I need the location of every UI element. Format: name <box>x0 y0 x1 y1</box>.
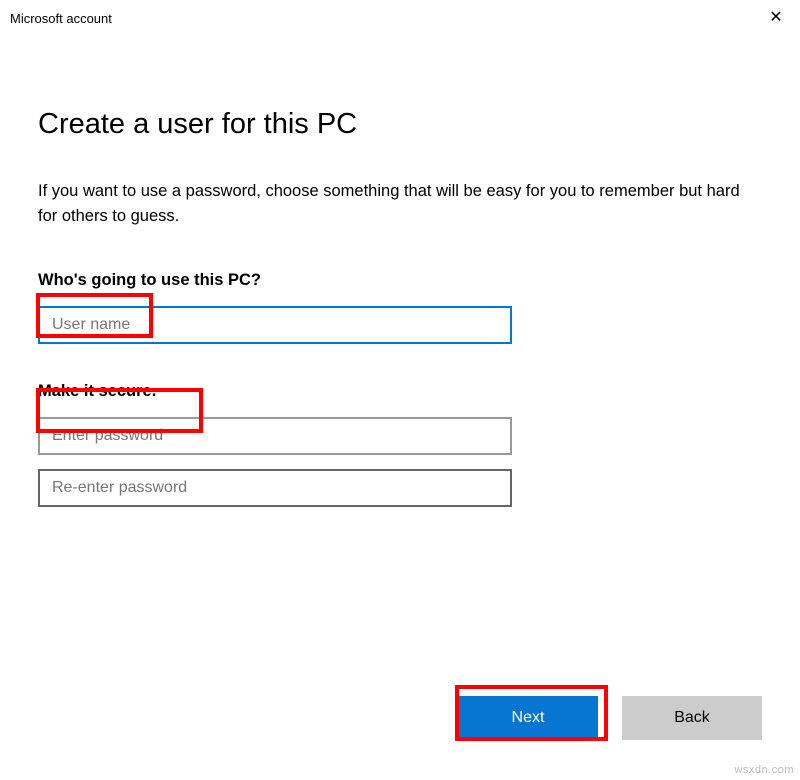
page-title: Create a user for this PC <box>38 108 762 141</box>
window-title: Microsoft account <box>10 11 112 26</box>
watermark: wsxdn.com <box>734 764 794 776</box>
user-section: Who's going to use this PC? <box>38 271 762 344</box>
content-area: Create a user for this PC If you want to… <box>0 36 800 507</box>
password-input[interactable] <box>38 417 512 455</box>
user-section-label: Who's going to use this PC? <box>38 271 762 290</box>
username-input[interactable] <box>38 306 512 344</box>
next-button[interactable]: Next <box>458 696 598 740</box>
footer-buttons: Next Back <box>458 696 762 740</box>
secure-section-label: Make it secure. <box>38 382 762 401</box>
page-subtitle: If you want to use a password, choose so… <box>38 179 758 229</box>
secure-section: Make it secure. <box>38 382 762 507</box>
close-icon[interactable]: ✕ <box>764 6 788 30</box>
back-button[interactable]: Back <box>622 696 762 740</box>
reenter-password-input[interactable] <box>38 469 512 507</box>
title-bar: Microsoft account ✕ <box>0 0 800 36</box>
